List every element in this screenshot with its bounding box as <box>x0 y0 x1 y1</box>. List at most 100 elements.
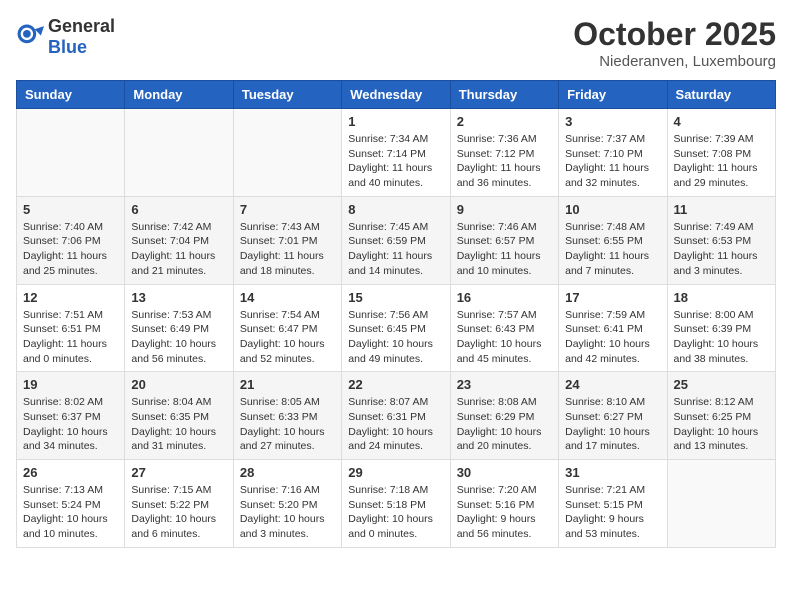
logo-general: General <box>48 16 115 36</box>
day-info: Sunrise: 8:00 AM Sunset: 6:39 PM Dayligh… <box>674 308 769 367</box>
day-number: 16 <box>457 290 552 305</box>
calendar-table: SundayMondayTuesdayWednesdayThursdayFrid… <box>16 80 776 548</box>
weekday-header-monday: Monday <box>125 81 233 109</box>
day-cell-22: 22 Sunrise: 8:07 AM Sunset: 6:31 PM Dayli… <box>342 372 450 460</box>
day-cell-29: 29Sunrise: 7:18 AM Sunset: 5:18 PM Dayli… <box>342 460 450 548</box>
day-cell-19: 19Sunrise: 8:02 AM Sunset: 6:37 PM Dayli… <box>17 372 125 460</box>
day-number: 7 <box>240 202 335 217</box>
day-info: Sunrise: 7:20 AM Sunset: 5:16 PM Dayligh… <box>457 483 552 542</box>
day-number: 22 <box>348 377 443 392</box>
location-title: Niederanven, Luxembourg <box>573 53 776 70</box>
logo-text: General Blue <box>48 16 115 58</box>
day-cell-2: 2 Sunrise: 7:36 AM Sunset: 7:12 PM Daylig… <box>450 109 558 197</box>
day-cell-17: 17 Sunrise: 7:59 AM Sunset: 6:41 PM Dayli… <box>559 284 667 372</box>
day-info: Sunrise: 7:54 AM Sunset: 6:47 PM Dayligh… <box>240 308 335 367</box>
day-cell-30: 30 Sunrise: 7:20 AM Sunset: 5:16 PM Dayli… <box>450 460 558 548</box>
day-info: Sunrise: 7:40 AM Sunset: 7:06 PM Dayligh… <box>23 220 118 279</box>
day-cell-28: 28 Sunrise: 7:16 AM Sunset: 5:20 PM Dayli… <box>233 460 341 548</box>
day-number: 5 <box>23 202 118 217</box>
day-info: Sunrise: 7:48 AM Sunset: 6:55 PM Dayligh… <box>565 220 660 279</box>
day-number: 4 <box>674 114 769 129</box>
day-number: 28 <box>240 465 335 480</box>
day-info: Sunrise: 7:56 AM Sunset: 6:45 PM Dayligh… <box>348 308 443 367</box>
weekday-header-sunday: Sunday <box>17 81 125 109</box>
day-cell-27: 27 Sunrise: 7:15 AM Sunset: 5:22 PM Dayli… <box>125 460 233 548</box>
day-info: Sunrise: 7:59 AM Sunset: 6:41 PM Dayligh… <box>565 308 660 367</box>
day-info: Sunrise: 8:02 AM Sunset: 6:37 PM Dayligh… <box>23 395 118 454</box>
day-cell-13: 13 Sunrise: 7:53 AM Sunset: 6:49 PM Dayli… <box>125 284 233 372</box>
day-number: 24 <box>565 377 660 392</box>
logo: General Blue <box>16 16 115 58</box>
day-cell-26: 26 Sunrise: 7:13 AM Sunset: 5:24 PM Dayli… <box>17 460 125 548</box>
day-info: Sunrise: 7:37 AM Sunset: 7:10 PM Dayligh… <box>565 132 660 191</box>
day-info: Sunrise: 7:16 AM Sunset: 5:20 PM Dayligh… <box>240 483 335 542</box>
day-number: 15 <box>348 290 443 305</box>
day-cell-21: 21Sunrise: 8:05 AM Sunset: 6:33 PM Dayli… <box>233 372 341 460</box>
logo-icon <box>16 23 44 51</box>
day-number: 2 <box>457 114 552 129</box>
day-cell-10: 10 Sunrise: 7:48 AM Sunset: 6:55 PM Dayli… <box>559 196 667 284</box>
day-info: Sunrise: 7:34 AM Sunset: 7:14 PM Dayligh… <box>348 132 443 191</box>
day-info: Sunrise: 8:08 AM Sunset: 6:29 PM Dayligh… <box>457 395 552 454</box>
day-info: Sunrise: 7:39 AM Sunset: 7:08 PM Dayligh… <box>674 132 769 191</box>
day-cell-12: 12Sunrise: 7:51 AM Sunset: 6:51 PM Dayli… <box>17 284 125 372</box>
day-number: 11 <box>674 202 769 217</box>
day-number: 29 <box>348 465 443 480</box>
day-info: Sunrise: 7:13 AM Sunset: 5:24 PM Dayligh… <box>23 483 118 542</box>
month-title: October 2025 <box>573 16 776 53</box>
weekday-header-row: SundayMondayTuesdayWednesdayThursdayFrid… <box>17 81 776 109</box>
day-number: 27 <box>131 465 226 480</box>
day-number: 13 <box>131 290 226 305</box>
day-number: 12 <box>23 290 118 305</box>
day-info: Sunrise: 7:42 AM Sunset: 7:04 PM Dayligh… <box>131 220 226 279</box>
week-row-5: 26 Sunrise: 7:13 AM Sunset: 5:24 PM Dayli… <box>17 460 776 548</box>
day-info: Sunrise: 8:12 AM Sunset: 6:25 PM Dayligh… <box>674 395 769 454</box>
day-number: 1 <box>348 114 443 129</box>
day-info: Sunrise: 7:36 AM Sunset: 7:12 PM Dayligh… <box>457 132 552 191</box>
day-info: Sunrise: 8:05 AM Sunset: 6:33 PM Dayligh… <box>240 395 335 454</box>
empty-cell <box>667 460 775 548</box>
day-number: 9 <box>457 202 552 217</box>
day-cell-11: 11Sunrise: 7:49 AM Sunset: 6:53 PM Dayli… <box>667 196 775 284</box>
week-row-1: 1 Sunrise: 7:34 AM Sunset: 7:14 PM Daylig… <box>17 109 776 197</box>
day-cell-3: 3 Sunrise: 7:37 AM Sunset: 7:10 PM Daylig… <box>559 109 667 197</box>
day-info: Sunrise: 7:45 AM Sunset: 6:59 PM Dayligh… <box>348 220 443 279</box>
day-info: Sunrise: 8:10 AM Sunset: 6:27 PM Dayligh… <box>565 395 660 454</box>
day-info: Sunrise: 7:21 AM Sunset: 5:15 PM Dayligh… <box>565 483 660 542</box>
day-number: 26 <box>23 465 118 480</box>
day-number: 17 <box>565 290 660 305</box>
day-cell-5: 5 Sunrise: 7:40 AM Sunset: 7:06 PM Daylig… <box>17 196 125 284</box>
day-cell-9: 9 Sunrise: 7:46 AM Sunset: 6:57 PM Daylig… <box>450 196 558 284</box>
page-header: General Blue October 2025 Niederanven, L… <box>16 16 776 70</box>
day-cell-6: 6 Sunrise: 7:42 AM Sunset: 7:04 PM Daylig… <box>125 196 233 284</box>
day-cell-15: 15 Sunrise: 7:56 AM Sunset: 6:45 PM Dayli… <box>342 284 450 372</box>
empty-cell <box>125 109 233 197</box>
title-area: October 2025 Niederanven, Luxembourg <box>573 16 776 70</box>
weekday-header-wednesday: Wednesday <box>342 81 450 109</box>
weekday-header-saturday: Saturday <box>667 81 775 109</box>
day-number: 31 <box>565 465 660 480</box>
day-number: 18 <box>674 290 769 305</box>
day-cell-7: 7Sunrise: 7:43 AM Sunset: 7:01 PM Daylig… <box>233 196 341 284</box>
day-number: 30 <box>457 465 552 480</box>
day-number: 20 <box>131 377 226 392</box>
day-number: 6 <box>131 202 226 217</box>
day-cell-24: 24 Sunrise: 8:10 AM Sunset: 6:27 PM Dayli… <box>559 372 667 460</box>
day-cell-20: 20Sunrise: 8:04 AM Sunset: 6:35 PM Dayli… <box>125 372 233 460</box>
day-info: Sunrise: 7:15 AM Sunset: 5:22 PM Dayligh… <box>131 483 226 542</box>
weekday-header-friday: Friday <box>559 81 667 109</box>
day-info: Sunrise: 8:07 AM Sunset: 6:31 PM Dayligh… <box>348 395 443 454</box>
day-number: 10 <box>565 202 660 217</box>
day-number: 8 <box>348 202 443 217</box>
week-row-4: 19Sunrise: 8:02 AM Sunset: 6:37 PM Dayli… <box>17 372 776 460</box>
day-cell-1: 1 Sunrise: 7:34 AM Sunset: 7:14 PM Daylig… <box>342 109 450 197</box>
day-number: 3 <box>565 114 660 129</box>
logo-blue: Blue <box>48 37 87 57</box>
day-info: Sunrise: 7:53 AM Sunset: 6:49 PM Dayligh… <box>131 308 226 367</box>
day-info: Sunrise: 7:46 AM Sunset: 6:57 PM Dayligh… <box>457 220 552 279</box>
day-number: 14 <box>240 290 335 305</box>
empty-cell <box>233 109 341 197</box>
day-info: Sunrise: 7:57 AM Sunset: 6:43 PM Dayligh… <box>457 308 552 367</box>
day-number: 25 <box>674 377 769 392</box>
weekday-header-tuesday: Tuesday <box>233 81 341 109</box>
